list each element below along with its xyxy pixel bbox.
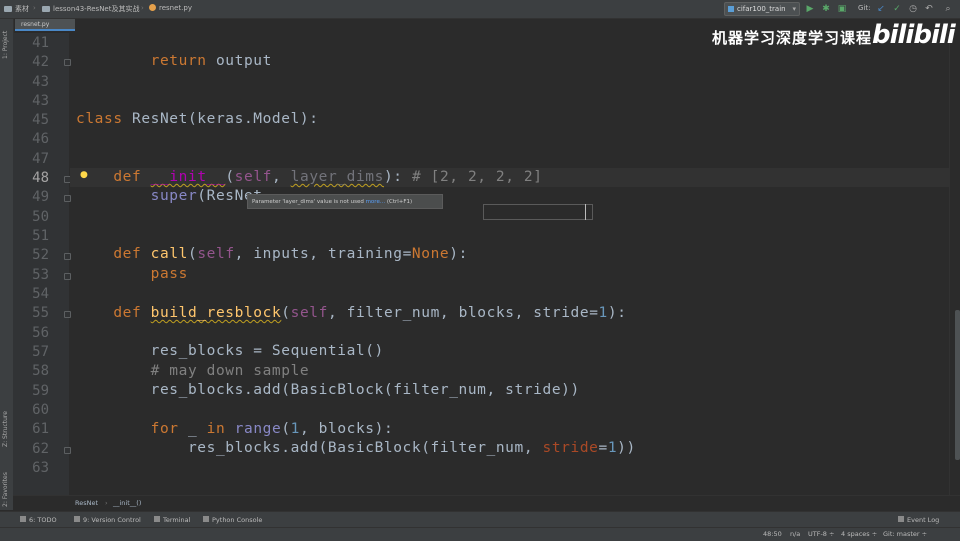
event-log-tool-button[interactable]: Event Log — [898, 512, 939, 528]
code-line-62: res_blocks.add(BasicBlock(filter_num, st… — [187, 440, 636, 456]
line-number: 54 — [32, 286, 49, 302]
breadcrumb-separator: › — [105, 499, 108, 507]
line-number: 59 — [32, 383, 49, 399]
folder-icon — [4, 6, 12, 12]
code-line-48: def __init__(self, layer_dims): # [2, 2,… — [113, 169, 543, 185]
debug-icon[interactable]: ✱ — [820, 3, 832, 15]
line-number: 58 — [32, 363, 49, 379]
code-breadcrumb: ResNet › __init__() — [13, 495, 960, 511]
version-control-icon — [74, 516, 80, 522]
history-icon[interactable]: ◷ — [907, 3, 919, 15]
structure-tool-button[interactable]: Z: Structure — [2, 411, 9, 447]
line-number: 63 — [32, 460, 49, 476]
line-number: 53 — [32, 267, 49, 283]
favorites-tool-button[interactable]: 2: Favorites — [2, 472, 9, 507]
line-number-current: 48 — [32, 170, 49, 186]
code-line-52: def call(self, inputs, training=None): — [113, 246, 468, 262]
watermark-text: 机器学习深度学习课程 — [712, 29, 873, 47]
python-file-icon — [149, 4, 156, 11]
breadcrumb-class[interactable]: ResNet — [75, 496, 98, 511]
line-number: 42 — [32, 54, 49, 70]
revert-icon[interactable]: ↶ — [923, 3, 935, 15]
code-line-45: class ResNet(keras.Model): — [76, 111, 319, 127]
encoding-status[interactable]: UTF-8 ÷ — [808, 528, 834, 541]
line-number: 60 — [32, 402, 49, 418]
line-number: 56 — [32, 325, 49, 341]
python-console-icon — [203, 516, 209, 522]
git-branch-status[interactable]: Git: master ÷ — [883, 528, 927, 541]
breadcrumb-separator: › — [33, 4, 36, 12]
inspection-tooltip: Parameter 'layer_dims' value is not used… — [247, 194, 443, 209]
terminal-tool-button[interactable]: Terminal — [154, 512, 190, 528]
line-number: 43 — [32, 93, 49, 109]
todo-tool-button[interactable]: 6: TODO — [20, 512, 57, 528]
python-config-icon — [728, 6, 734, 12]
line-number: 41 — [32, 35, 49, 51]
tool-window-bar: 6: TODO 9: Version Control Terminal Pyth… — [0, 511, 960, 528]
comment-highlight — [483, 204, 593, 220]
event-log-icon — [898, 516, 904, 522]
bilibili-logo: bilibili — [872, 20, 956, 50]
code-line-57: res_blocks = Sequential() — [150, 343, 384, 359]
code-line-55: def build_resblock(self, filter_num, blo… — [113, 305, 627, 321]
line-separator-status[interactable]: n/a — [790, 528, 800, 541]
breadcrumb-separator: › — [141, 4, 144, 12]
line-number: 47 — [32, 151, 49, 167]
line-number-gutter: 41 42 43 43 45 46 47 48 49 50 51 52 53 5… — [13, 33, 71, 495]
folder-icon — [42, 6, 50, 12]
breadcrumb-method[interactable]: __init__() — [113, 496, 141, 511]
line-number: 61 — [32, 421, 49, 437]
line-number: 57 — [32, 344, 49, 360]
status-bar: 48:50 n/a UTF-8 ÷ 4 spaces ÷ Git: master… — [0, 527, 960, 541]
chevron-down-icon: ▾ — [792, 5, 796, 13]
breadcrumb-folder[interactable]: lesson43-ResNet及其实战 — [42, 4, 140, 14]
caret-position[interactable]: 48:50 — [763, 528, 782, 541]
code-line-53: pass — [150, 266, 188, 282]
line-number: 43 — [32, 74, 49, 90]
todo-icon — [20, 516, 26, 522]
code-editor[interactable]: return output class ResNet(keras.Model):… — [70, 33, 960, 495]
tooltip-more-link[interactable]: more... — [366, 199, 386, 205]
line-number: 51 — [32, 228, 49, 244]
project-tool-button[interactable]: 1: Project — [2, 31, 9, 59]
run-configuration-dropdown[interactable]: cifar100_train ▾ — [724, 2, 800, 16]
line-number: 46 — [32, 131, 49, 147]
vcs-update-icon[interactable]: ↙ — [875, 3, 887, 15]
breadcrumb-file[interactable]: resnet.py — [149, 4, 192, 12]
editor-tab-resnet[interactable]: resnet.py — [15, 19, 75, 31]
line-number: 55 — [32, 305, 49, 321]
version-control-tool-button[interactable]: 9: Version Control — [74, 512, 141, 528]
code-line-61: for _ in range(1, blocks): — [150, 421, 394, 437]
vcs-label: Git: — [858, 4, 871, 12]
line-number: 52 — [32, 247, 49, 263]
navigation-bar: 素材 › lesson43-ResNet及其实战 › resnet.py cif… — [0, 0, 960, 19]
text-caret — [585, 204, 586, 220]
breadcrumb-root[interactable]: 素材 — [4, 4, 29, 14]
line-number: 45 — [32, 112, 49, 128]
lightbulb-icon[interactable]: ● — [80, 170, 88, 180]
search-icon[interactable]: ⌕ — [942, 3, 954, 15]
line-number: 50 — [32, 209, 49, 225]
video-watermark: 机器学习深度学习课程 bilibili — [712, 20, 956, 54]
vcs-commit-icon[interactable]: ✓ — [891, 3, 903, 15]
editor-scrollbar-thumb[interactable] — [955, 310, 960, 460]
python-console-tool-button[interactable]: Python Console — [203, 512, 262, 528]
code-line-59: res_blocks.add(BasicBlock(filter_num, st… — [150, 382, 580, 398]
coverage-icon[interactable]: ▣ — [836, 3, 848, 15]
code-line-58: # may down sample — [150, 363, 310, 379]
left-tool-strip: 1: Project Z: Structure 2: Favorites — [0, 19, 14, 510]
line-number: 62 — [32, 441, 49, 457]
indent-status[interactable]: 4 spaces ÷ — [841, 528, 877, 541]
run-icon[interactable]: ▶ — [804, 3, 816, 15]
terminal-icon — [154, 516, 160, 522]
code-line-49: super(ResNet — [150, 188, 263, 204]
code-line-42: return output — [150, 53, 272, 69]
line-number: 49 — [32, 189, 49, 205]
